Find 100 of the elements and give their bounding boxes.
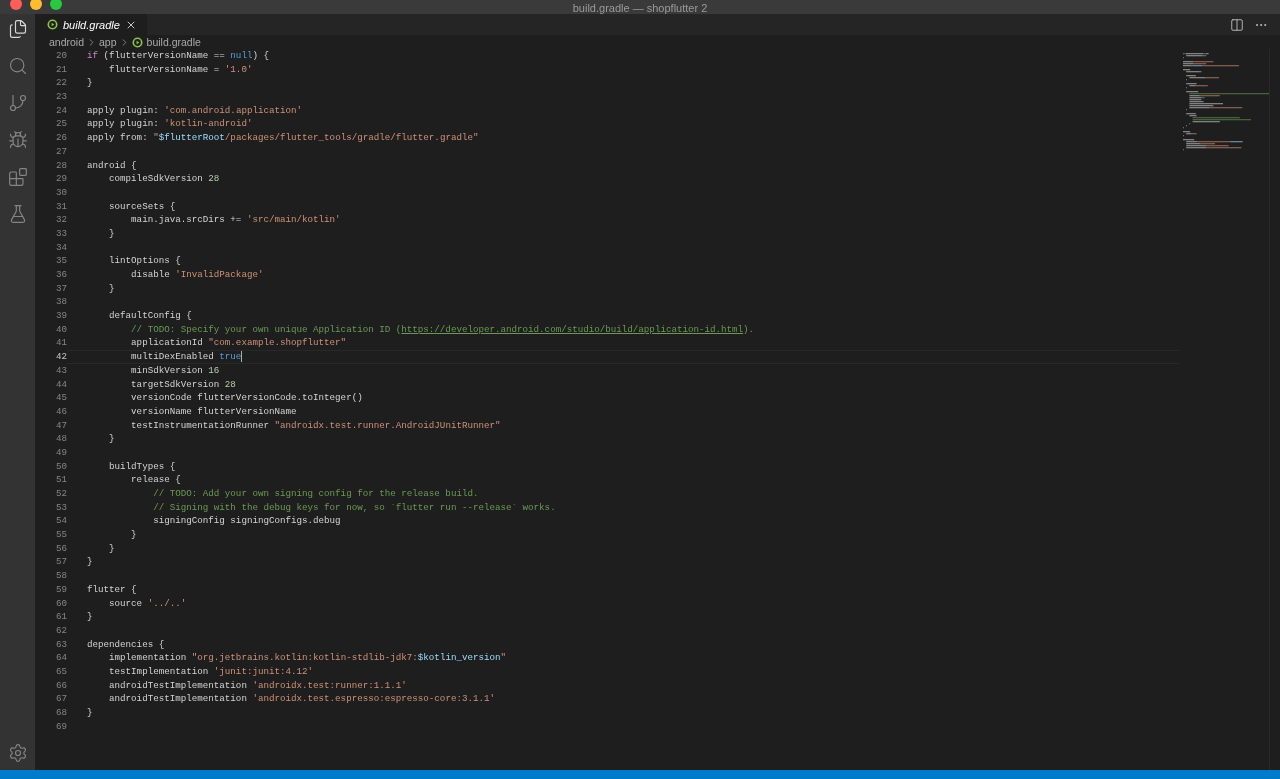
line-number: 32 — [55, 213, 67, 227]
breadcrumb-item[interactable]: app — [99, 36, 117, 48]
code-line: } — [87, 706, 93, 720]
line-number: 28 — [55, 158, 67, 173]
line-number: 48 — [55, 432, 67, 446]
code-line: applicationId "com.example.shopflutter" — [130, 336, 347, 351]
line-number: 67 — [55, 692, 67, 706]
line-number: 43 — [55, 363, 67, 378]
maximize-window-button[interactable] — [50, 0, 62, 10]
line-number: 61 — [55, 610, 67, 624]
code-line: buildTypes { — [108, 459, 176, 474]
code-line: } — [87, 610, 93, 624]
line-number: 35 — [55, 254, 67, 268]
line-number: 25 — [55, 117, 67, 132]
line-number: 68 — [55, 706, 67, 720]
code-line: // TODO: Specify your own unique Application ID (https://developer.android.com/studio/build/application-id.html). — [130, 322, 755, 337]
code-line: } — [130, 528, 137, 542]
split-editor-icon[interactable] — [1230, 17, 1244, 32]
line-number: 55 — [55, 528, 67, 542]
line-number: 49 — [55, 445, 67, 460]
extensions-icon[interactable] — [6, 166, 29, 188]
code-line: disable 'InvalidPackage' — [130, 268, 264, 282]
code-line: targetSdkVersion 28 — [130, 377, 236, 392]
editor-tab[interactable]: build.gradle — [35, 14, 147, 35]
line-number: 46 — [55, 404, 67, 419]
line-number: 22 — [55, 76, 67, 91]
code-line: } — [87, 76, 93, 91]
code-line: minSdkVersion 16 — [130, 363, 220, 378]
code-line: // TODO: Add your own signing config for the release build. — [152, 487, 479, 501]
line-number: 33 — [55, 226, 67, 241]
code-line: } — [108, 226, 115, 241]
line-number: 47 — [55, 418, 67, 433]
code-line: if (flutterVersionName == null) { — [87, 49, 269, 63]
code-line: flutterVersionName = '1.0' — [108, 62, 253, 77]
code-line: apply plugin: 'com.android.application' — [87, 103, 303, 118]
line-number: 64 — [55, 651, 67, 665]
code-line: flutter { — [87, 582, 137, 597]
line-number: 38 — [55, 295, 67, 310]
code-line: apply from: "$flutterRoot/packages/flutter_tools/gradle/flutter.gradle" — [87, 131, 479, 145]
code-line: testInstrumentationRunner "androidx.test.runner.AndroidJUnitRunner" — [130, 418, 501, 433]
line-number: 26 — [55, 131, 67, 145]
code-line: main.java.srcDirs += 'src/main/kotlin' — [130, 213, 341, 227]
code-line: source '../..' — [108, 596, 187, 611]
line-number: 62 — [55, 623, 67, 638]
code-line: apply plugin: 'kotlin-android' — [87, 117, 253, 132]
line-number: 65 — [55, 664, 67, 679]
line-number: 44 — [55, 377, 67, 392]
line-number: 27 — [55, 144, 67, 159]
code-line: } — [108, 432, 115, 446]
line-number: 21 — [55, 62, 67, 77]
line-number: 59 — [55, 582, 67, 597]
code-line: lintOptions { — [108, 254, 181, 268]
line-number: 34 — [55, 240, 67, 255]
code-line: compileSdkVersion 28 — [108, 172, 220, 186]
code-line: signingConfig signingConfigs.debug — [152, 514, 341, 529]
breadcrumb-item[interactable]: build.gradle — [146, 36, 201, 48]
bug-icon[interactable] — [6, 129, 29, 151]
code-line: testImplementation 'junit:junit:4.12' — [108, 664, 314, 679]
code-line: defaultConfig { — [108, 309, 192, 323]
code-line: // Signing with the debug keys for now, so `flutter run --release` works. — [152, 500, 556, 515]
code-line: androidTestImplementation 'androidx.test:runner:1.1.1' — [108, 678, 407, 693]
code-line: implementation "org.jetbrains.kotlin:kotlin-stdlib-jdk7:$kotlin_version" — [108, 651, 507, 665]
code-line: multiDexEnabled true — [130, 350, 242, 364]
window-title: build.gradle — shopflutter 2 — [572, 3, 708, 14]
text-cursor — [241, 351, 243, 363]
line-number: 40 — [55, 322, 67, 337]
line-number: 23 — [55, 90, 67, 104]
code-line: } — [108, 281, 115, 296]
code-line: versionCode flutterVersionCode.toInteger() — [130, 391, 363, 405]
line-number: 41 — [55, 336, 67, 351]
line-number: 54 — [55, 514, 67, 529]
code-line: sourceSets { — [108, 199, 176, 214]
code-line: versionName flutterVersionName — [130, 404, 297, 419]
code-line: release { — [130, 473, 181, 487]
line-number: 45 — [55, 391, 67, 405]
line-number: 50 — [55, 459, 67, 474]
gradle-file-icon — [131, 36, 143, 48]
line-number: 60 — [55, 596, 67, 611]
line-number: 63 — [55, 637, 67, 652]
line-number: 42 — [55, 350, 67, 364]
code-line: androidTestImplementation 'androidx.test.espresso:espresso-core:3.1.1' — [108, 692, 495, 706]
line-number: 66 — [55, 678, 67, 693]
close-window-button[interactable] — [10, 0, 22, 10]
gradle-file-icon — [47, 19, 58, 30]
code-line: dependencies { — [87, 637, 165, 652]
line-number: 20 — [55, 49, 67, 63]
line-number: 24 — [55, 103, 67, 118]
minimize-window-button[interactable] — [30, 0, 42, 10]
line-number: 37 — [55, 281, 67, 296]
line-number: 39 — [55, 309, 67, 323]
code-line: android { — [87, 158, 137, 173]
line-number: 51 — [55, 473, 67, 487]
code-line: } — [87, 555, 93, 570]
line-number: 56 — [55, 541, 67, 556]
line-number: 30 — [55, 185, 67, 200]
line-number: 31 — [55, 199, 67, 214]
line-number: 69 — [55, 719, 67, 734]
line-number: 29 — [55, 172, 67, 186]
line-number: 53 — [55, 500, 67, 515]
breadcrumb-item[interactable]: android — [49, 36, 85, 48]
